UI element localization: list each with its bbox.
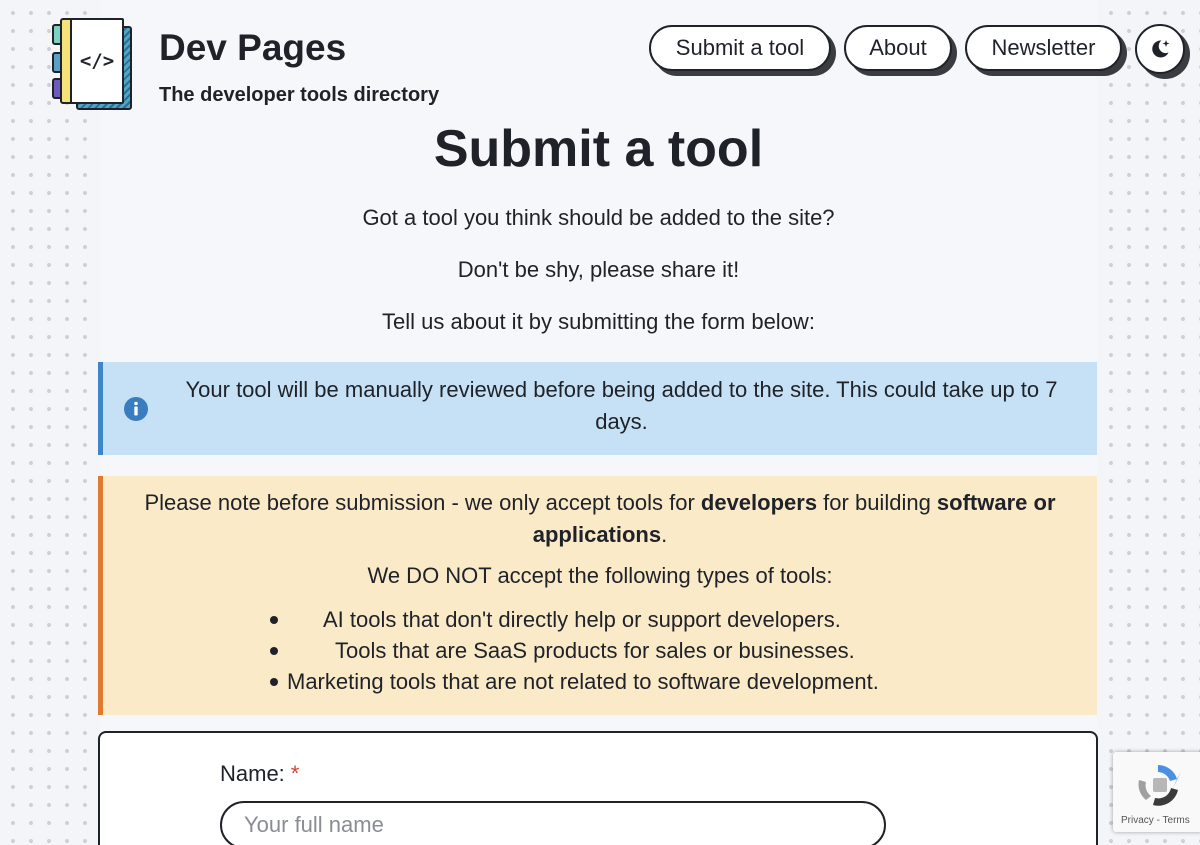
moon-stars-icon bbox=[1152, 40, 1170, 58]
page-title: Submit a tool bbox=[433, 120, 764, 178]
recaptcha-badge[interactable]: Privacy - Terms bbox=[1113, 752, 1200, 832]
note-prefix: Please note before submission - we only … bbox=[144, 490, 701, 515]
recaptcha-terms-link[interactable]: Terms bbox=[1163, 815, 1190, 826]
site-brand[interactable]: </> Dev Pages The developer tools direct… bbox=[52, 14, 439, 110]
rejected-types-list: AI tools that don't directly help or sup… bbox=[103, 604, 1097, 697]
list-item: Marketing tools that are not related to … bbox=[103, 666, 1097, 697]
recaptcha-links: Privacy - Terms bbox=[1121, 815, 1190, 826]
nav-submit-tool-button[interactable]: Submit a tool bbox=[649, 25, 831, 71]
list-item: AI tools that don't directly help or sup… bbox=[103, 604, 1097, 635]
nav-newsletter-button[interactable]: Newsletter bbox=[965, 25, 1122, 71]
intro-encouragement: Don't be shy, please share it! bbox=[457, 257, 740, 282]
rejected-types-lead: We DO NOT accept the following types of … bbox=[367, 563, 833, 588]
note-middle: for building bbox=[817, 490, 937, 515]
name-field-label: Name: * bbox=[220, 761, 299, 787]
name-input[interactable] bbox=[220, 801, 886, 845]
code-icon: </> bbox=[70, 18, 124, 104]
recaptcha-icon bbox=[1138, 765, 1181, 806]
review-info-text: Your tool will be manually reviewed befo… bbox=[185, 377, 1058, 434]
required-marker: * bbox=[290, 761, 300, 786]
list-item: Tools that are SaaS products for sales o… bbox=[103, 635, 1097, 666]
intro-question: Got a tool you think should be added to … bbox=[362, 205, 835, 230]
recaptcha-separator: - bbox=[1156, 815, 1160, 826]
bullet bbox=[270, 678, 278, 686]
list-item-text: AI tools that don't directly help or sup… bbox=[323, 607, 841, 632]
site-title[interactable]: Dev Pages bbox=[159, 26, 439, 70]
submit-tool-form: Name: * bbox=[98, 731, 1098, 845]
submission-note: Please note before submission - we only … bbox=[121, 487, 1079, 551]
theme-toggle-button[interactable] bbox=[1135, 24, 1185, 74]
main-nav: Submit a tool About Newsletter bbox=[649, 24, 1185, 74]
name-label-text: Name: bbox=[220, 761, 285, 786]
list-item-text: Tools that are SaaS products for sales o… bbox=[335, 638, 855, 663]
nav-about-button[interactable]: About bbox=[844, 25, 952, 71]
recaptcha-privacy-link[interactable]: Privacy bbox=[1121, 815, 1154, 826]
note-strong-developers: developers bbox=[700, 490, 818, 515]
site-subtitle: The developer tools directory bbox=[159, 84, 440, 106]
note-suffix: . bbox=[661, 522, 668, 547]
submission-rules-callout: Please note before submission - we only … bbox=[98, 476, 1097, 715]
brand-text: Dev Pages The developer tools directory bbox=[159, 26, 439, 107]
site-logo: </> bbox=[52, 14, 134, 110]
bullet bbox=[270, 616, 278, 624]
list-item-text: Marketing tools that are not related to … bbox=[287, 669, 879, 694]
bullet bbox=[270, 647, 278, 655]
info-icon bbox=[124, 397, 148, 421]
review-info-callout: Your tool will be manually reviewed befo… bbox=[98, 362, 1097, 455]
intro-instruction: Tell us about it by submitting the form … bbox=[382, 309, 815, 334]
